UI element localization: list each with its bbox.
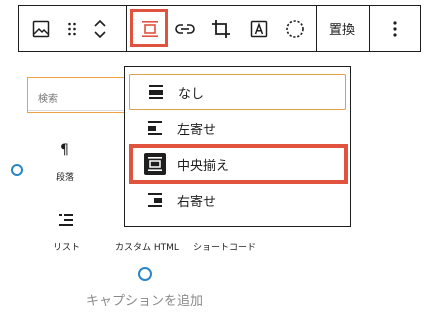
align-button-highlight bbox=[130, 9, 168, 47]
shortcode-label: ショートコード bbox=[193, 243, 257, 253]
link-button[interactable] bbox=[167, 6, 203, 51]
resize-handle[interactable] bbox=[138, 267, 152, 281]
crop-icon bbox=[212, 19, 230, 38]
toolbar-separator bbox=[126, 6, 127, 51]
more-options-icon bbox=[393, 20, 397, 37]
replace-button[interactable]: 置換 bbox=[317, 6, 367, 51]
align-left-label: 左寄せ bbox=[177, 122, 217, 138]
align-right-label: 右寄せ bbox=[177, 194, 217, 210]
custom-html-label: カスタム HTML bbox=[115, 243, 179, 253]
move-up-down-icon bbox=[94, 19, 106, 38]
circle-crop-icon bbox=[286, 19, 304, 38]
align-left-icon bbox=[145, 118, 165, 138]
text-overlay-button[interactable] bbox=[241, 6, 277, 51]
move-up-down-button[interactable] bbox=[87, 6, 113, 51]
align-right-icon bbox=[145, 190, 165, 210]
link-icon bbox=[175, 23, 195, 34]
align-none-option[interactable]: なし bbox=[129, 74, 346, 110]
replace-label: 置換 bbox=[328, 23, 355, 38]
list-label: リスト bbox=[53, 243, 81, 253]
crop-button[interactable] bbox=[203, 6, 239, 51]
align-none-label: なし bbox=[178, 86, 205, 102]
drag-handle-icon bbox=[68, 22, 76, 35]
list-icon bbox=[59, 214, 73, 226]
svg-text:¶: ¶ bbox=[60, 142, 69, 158]
toolbar-separator bbox=[369, 6, 370, 51]
align-right-option[interactable]: 右寄せ bbox=[129, 182, 346, 218]
text-overlay-icon bbox=[250, 20, 268, 37]
align-none-icon bbox=[146, 82, 166, 102]
resize-handle[interactable] bbox=[11, 164, 23, 176]
image-block-button[interactable] bbox=[21, 6, 61, 51]
list-block-item[interactable] bbox=[58, 212, 74, 231]
paragraph-icon: ¶ bbox=[60, 142, 69, 158]
align-left-option[interactable]: 左寄せ bbox=[129, 110, 346, 146]
caption-placeholder[interactable]: キャプションを追加 bbox=[86, 290, 203, 309]
block-toolbar: 置換 bbox=[18, 5, 421, 52]
paragraph-block-item[interactable]: ¶ bbox=[58, 140, 74, 162]
paragraph-label: 段落 bbox=[56, 173, 75, 183]
more-options-button[interactable] bbox=[371, 6, 419, 51]
block-search-input[interactable]: 検索 bbox=[27, 77, 137, 113]
search-placeholder: 検索 bbox=[38, 94, 58, 105]
align-center-highlight bbox=[129, 144, 348, 184]
circle-crop-button[interactable] bbox=[277, 6, 313, 51]
image-icon bbox=[32, 20, 50, 37]
drag-handle[interactable] bbox=[59, 6, 85, 51]
